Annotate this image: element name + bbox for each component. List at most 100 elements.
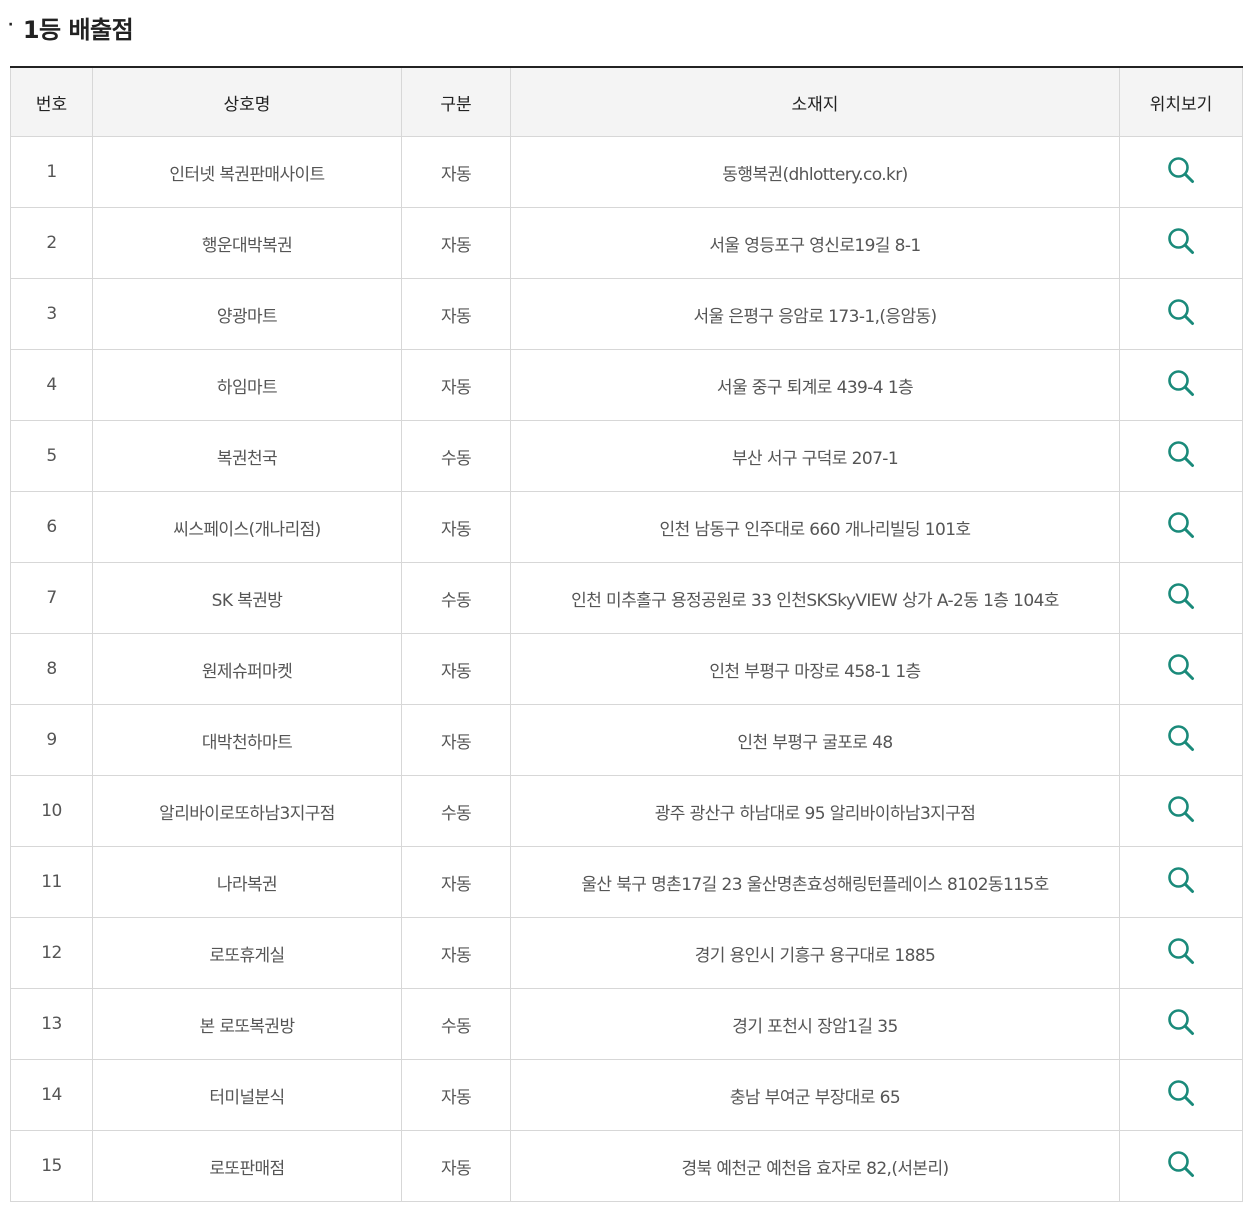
search-icon [1168,227,1194,254]
cell-map [1119,349,1243,421]
view-location-button[interactable] [1165,438,1197,470]
search-icon [1168,1079,1194,1106]
cell-map [1119,775,1243,847]
cell-map [1119,491,1243,563]
cell-address: 인천 미추홀구 용정공원로 33 인천SKSkyVIEW 상가 A-2동 1층 … [510,562,1120,634]
cell-name: 인터넷 복권판매사이트 [92,136,402,208]
cell-type: 자동 [401,491,511,563]
cell-type: 자동 [401,633,511,705]
cell-map [1119,917,1243,989]
view-location-button[interactable] [1165,225,1197,257]
search-icon [1168,582,1194,609]
table-row: 6 씨스페이스(개나리점) 자동 인천 남동구 인주대로 660 개나리빌딩 1… [10,491,1243,563]
view-location-button[interactable] [1165,1077,1197,1109]
section-title-text: 1등 배출점 [22,15,134,44]
cell-name: 하임마트 [92,349,402,421]
table-row: 3 양광마트 자동 서울 은평구 응암로 173-1,(응암동) [10,278,1243,350]
cell-type: 자동 [401,1059,511,1131]
header-no: 번호 [10,66,93,137]
cell-no: 6 [10,491,93,563]
cell-address: 인천 남동구 인주대로 660 개나리빌딩 101호 [510,491,1120,563]
view-location-button[interactable] [1165,509,1197,541]
cell-no: 5 [10,420,93,492]
cell-name: 터미널분식 [92,1059,402,1131]
view-location-button[interactable] [1165,296,1197,328]
header-name: 상호명 [92,66,402,137]
cell-address: 동행복권(dhlottery.co.kr) [510,136,1120,208]
search-icon [1168,653,1194,680]
table-row: 4 하임마트 자동 서울 중구 퇴계로 439-4 1층 [10,349,1243,421]
cell-address: 경기 용인시 기흥구 용구대로 1885 [510,917,1120,989]
view-location-button[interactable] [1165,367,1197,399]
view-location-button[interactable] [1165,793,1197,825]
cell-no: 13 [10,988,93,1060]
cell-type: 수동 [401,562,511,634]
search-icon [1168,795,1194,822]
cell-address: 서울 영등포구 영신로19길 8-1 [510,207,1120,279]
view-location-button[interactable] [1165,1148,1197,1180]
cell-name: 알리바이로또하남3지구점 [92,775,402,847]
cell-type: 수동 [401,420,511,492]
search-icon [1168,724,1194,751]
search-icon [1168,1008,1194,1035]
table-row: 5 복권천국 수동 부산 서구 구덕로 207-1 [10,420,1243,492]
cell-no: 15 [10,1130,93,1202]
cell-no: 3 [10,278,93,350]
table-row: 9 대박천하마트 자동 인천 부평구 굴포로 48 [10,704,1243,776]
cell-type: 자동 [401,704,511,776]
cell-name: 로또판매점 [92,1130,402,1202]
cell-address: 경북 예천군 예천읍 효자로 82,(서본리) [510,1130,1120,1202]
search-icon [1168,369,1194,396]
search-icon [1168,440,1194,467]
table-row: 11 나라복권 자동 울산 북구 명촌17길 23 울산명촌효성해링턴플레이스 … [10,846,1243,918]
title-bullet: · [8,17,13,33]
view-location-button[interactable] [1165,580,1197,612]
cell-no: 12 [10,917,93,989]
search-icon [1168,1150,1194,1177]
cell-map [1119,420,1243,492]
cell-address: 인천 부평구 굴포로 48 [510,704,1120,776]
cell-address: 광주 광산구 하남대로 95 알리바이하남3지구점 [510,775,1120,847]
search-icon [1168,937,1194,964]
view-location-button[interactable] [1165,722,1197,754]
header-address: 소재지 [510,66,1120,137]
cell-name: 대박천하마트 [92,704,402,776]
view-location-button[interactable] [1165,935,1197,967]
cell-type: 자동 [401,349,511,421]
view-location-button[interactable] [1165,154,1197,186]
table-row: 14 터미널분식 자동 충남 부여군 부장대로 65 [10,1059,1243,1131]
winners-table: 번호 상호명 구분 소재지 위치보기 1 인터넷 복권판매사이트 자동 동행복권… [10,66,1243,1202]
cell-type: 자동 [401,1130,511,1202]
cell-no: 2 [10,207,93,279]
table-header-row: 번호 상호명 구분 소재지 위치보기 [10,66,1243,137]
cell-map [1119,988,1243,1060]
view-location-button[interactable] [1165,1006,1197,1038]
cell-name: 양광마트 [92,278,402,350]
cell-type: 자동 [401,278,511,350]
cell-name: 씨스페이스(개나리점) [92,491,402,563]
cell-name: 행운대박복권 [92,207,402,279]
table-row: 2 행운대박복권 자동 서울 영등포구 영신로19길 8-1 [10,207,1243,279]
cell-name: 원제슈퍼마켓 [92,633,402,705]
cell-type: 자동 [401,207,511,279]
cell-map [1119,633,1243,705]
cell-name: 본 로또복권방 [92,988,402,1060]
cell-no: 1 [10,136,93,208]
cell-no: 10 [10,775,93,847]
cell-address: 서울 중구 퇴계로 439-4 1층 [510,349,1120,421]
cell-map [1119,704,1243,776]
section-title: · 1등 배출점 [8,8,134,46]
table-row: 7 SK 복권방 수동 인천 미추홀구 용정공원로 33 인천SKSkyVIEW… [10,562,1243,634]
view-location-button[interactable] [1165,651,1197,683]
cell-map [1119,846,1243,918]
cell-map [1119,562,1243,634]
cell-no: 11 [10,846,93,918]
cell-address: 충남 부여군 부장대로 65 [510,1059,1120,1131]
cell-type: 자동 [401,917,511,989]
view-location-button[interactable] [1165,864,1197,896]
cell-address: 부산 서구 구덕로 207-1 [510,420,1120,492]
table-row: 12 로또휴게실 자동 경기 용인시 기흥구 용구대로 1885 [10,917,1243,989]
header-map: 위치보기 [1119,66,1243,137]
cell-type: 자동 [401,136,511,208]
cell-name: SK 복권방 [92,562,402,634]
